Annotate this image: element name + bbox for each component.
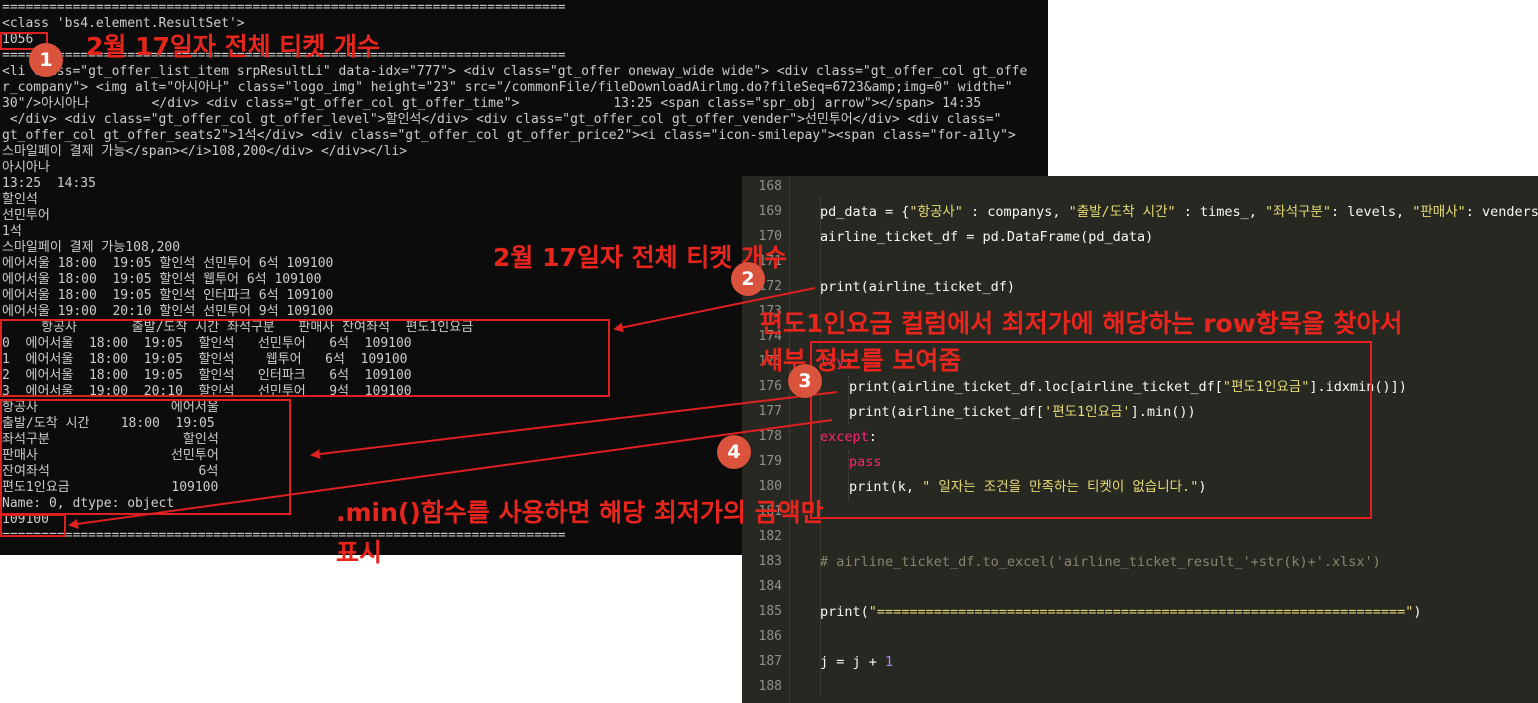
- annotation-ticket-count: 2월 17일자 전체 티켓 개수: [86, 32, 381, 61]
- code-line-187[interactable]: j = j + 1: [820, 652, 893, 672]
- line-number: 183: [758, 554, 782, 569]
- code-line-183[interactable]: # airline_ticket_df.to_excel('airline_ti…: [820, 552, 1381, 572]
- console-line: 아시아나: [2, 160, 50, 175]
- console-line: </div> <div class="gt_offer_col gt_offer…: [2, 112, 1002, 127]
- console-line: 에어서울 18:00 19:05 할인석 선민투어 6석 109100: [2, 256, 334, 271]
- step-badge-2: 2: [731, 262, 765, 296]
- min-row-highlight: [0, 399, 291, 515]
- console-line: 선민투어: [2, 208, 50, 223]
- console-line: 에어서울 19:00 20:10 할인석 선민투어 9석 109100: [2, 304, 334, 319]
- annotation-min-line2: 표시: [336, 538, 383, 567]
- code-line-169[interactable]: pd_data = {"항공사" : companys, "출발/도착 시간" …: [820, 202, 1538, 222]
- console-line: <li class="gt_offer_list_item srpResultL…: [2, 64, 1028, 79]
- console-line: ========================================…: [2, 0, 566, 15]
- console-line: 스마일페이 결제 가능</span></i>108,200</div> </di…: [2, 144, 408, 159]
- line-number: 177: [758, 404, 782, 419]
- step-badge-3: 3: [788, 364, 822, 398]
- line-number: 169: [758, 204, 782, 219]
- dataframe-highlight: [0, 319, 610, 397]
- min-price-highlight: [0, 514, 66, 537]
- console-line: 할인석: [2, 192, 38, 207]
- line-number: 187: [758, 654, 782, 669]
- console-line: <class 'bs4.element.ResultSet'>: [2, 16, 245, 31]
- console-line: 1석: [2, 224, 22, 239]
- console-line: ========================================…: [2, 528, 566, 543]
- code-line-185[interactable]: print("=================================…: [820, 602, 1421, 622]
- console-line: 30"/>아시아나 </div> <div class="gt_offer_co…: [2, 96, 982, 111]
- line-number: 182: [758, 529, 782, 544]
- console-line: 스마일페이 결제 가능108,200: [2, 240, 181, 255]
- console-line: r_company"> <img alt="아시아나" class="logo_…: [2, 80, 1013, 95]
- annotation-min-line1: .min()함수를 사용하면 해당 최저가의 금액만: [336, 498, 824, 527]
- step-badge-1: 1: [29, 43, 63, 77]
- line-number: 185: [758, 604, 782, 619]
- console-line: gt_offer_col gt_offer_seats2">1석</div> <…: [2, 128, 1016, 143]
- line-number: 186: [758, 629, 782, 644]
- step-badge-4: 4: [717, 435, 751, 469]
- line-number: 176: [758, 379, 782, 394]
- line-number: 168: [758, 179, 782, 194]
- console-line: 13:25 14:35: [2, 176, 96, 191]
- line-number: 180: [758, 479, 782, 494]
- annotation-idxmin-line1: 편도1인요금 컬럼에서 최저가에 해당하는 row항목을 찾아서: [760, 309, 1403, 338]
- code-line-170[interactable]: airline_ticket_df = pd.DataFrame(pd_data…: [820, 227, 1153, 247]
- line-number: 184: [758, 579, 782, 594]
- console-line: 에어서울 18:00 19:05 할인석 인터파크 6석 109100: [2, 288, 334, 303]
- code-line-172[interactable]: print(airline_ticket_df): [820, 277, 1015, 297]
- line-number: 188: [758, 679, 782, 694]
- console-line: 에어서울 18:00 19:05 할인석 웹투어 6석 109100: [2, 272, 322, 287]
